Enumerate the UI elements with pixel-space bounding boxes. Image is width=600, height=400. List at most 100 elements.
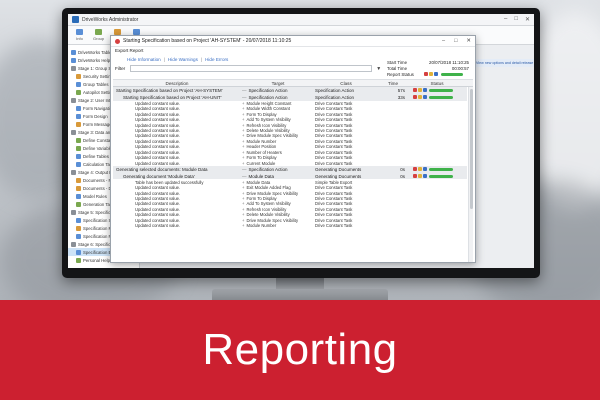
- cell-target-text: Module Number: [246, 223, 277, 229]
- tree-item-icon: [71, 129, 76, 135]
- report-icon: [115, 38, 120, 44]
- cell-class: Specification Action: [315, 94, 355, 100]
- target-bullet-icon: —: [242, 94, 247, 100]
- error-icon[interactable]: [424, 72, 428, 76]
- filter-input[interactable]: [130, 65, 373, 72]
- tree-item-icon: [76, 249, 81, 255]
- ribbon-button-label: Group: [93, 36, 105, 41]
- warning-icon[interactable]: [429, 72, 433, 76]
- ribbon-button-icon: [76, 29, 83, 35]
- cell-description: Generating document 'Module Data': [123, 173, 195, 179]
- tree-item-icon: [71, 241, 76, 247]
- column-description[interactable]: Description: [113, 80, 241, 86]
- minimize-icon[interactable]: –: [504, 16, 507, 23]
- tree-item-icon: [76, 89, 81, 95]
- tree-item-icon: [76, 153, 81, 159]
- tree-item-icon: [71, 57, 76, 63]
- table-group-row[interactable]: Starting Specification based on Project …: [113, 87, 467, 94]
- grid-scrollbar[interactable]: [468, 87, 473, 262]
- hide-information-link[interactable]: Hide Information: [127, 57, 161, 62]
- target-bullet-icon: +: [242, 223, 245, 229]
- monitor-stand-base: [212, 289, 388, 300]
- app-title: DriveWorks Administrator: [82, 16, 139, 23]
- tree-item-icon: [71, 169, 76, 175]
- info-strip[interactable]: View new options and detail release: [474, 59, 534, 67]
- tree-item-icon: [76, 177, 81, 183]
- tree-item-icon: [76, 225, 81, 231]
- table-group-row[interactable]: Generating document 'Module Data' — Module…: [113, 172, 467, 180]
- status-error-icon: [413, 174, 417, 179]
- cell-class: Generating Documents: [315, 166, 362, 172]
- link-separator: |: [200, 57, 203, 62]
- tree-item-icon: [76, 193, 81, 199]
- report-status-row: Report Status: [387, 71, 469, 77]
- ribbon-button-label: Info: [76, 36, 83, 41]
- tree-item-icon: [71, 65, 76, 71]
- cell-target: — Specification Action: [241, 94, 315, 101]
- ribbon-button-icon: [95, 29, 103, 35]
- screen: DriveWorks Administrator – □ ✕ Info Group…: [68, 14, 534, 268]
- grid-header: Description Target Class Time Status: [113, 79, 473, 87]
- status-error-icon: [413, 88, 417, 93]
- table-group-row[interactable]: Starting Specification based on Project …: [113, 93, 467, 101]
- report-grid: Starting Specification based on Project …: [113, 87, 467, 262]
- hide-errors-link[interactable]: Hide Errors: [205, 57, 228, 62]
- maximize-icon[interactable]: □: [514, 16, 518, 23]
- status-error-icon: [413, 167, 417, 172]
- export-report-menu[interactable]: Export Report: [111, 47, 475, 55]
- target-bullet-icon: —: [242, 173, 247, 179]
- tree-item-icon: [76, 217, 81, 223]
- column-time[interactable]: Time: [377, 80, 409, 86]
- close-icon[interactable]: ✕: [525, 16, 530, 23]
- status-progress-bar: [429, 88, 453, 92]
- status-warning-icon: [418, 95, 422, 100]
- banner-title: Reporting: [202, 325, 398, 374]
- cell-status: [409, 173, 465, 180]
- cell-description: Starting Specification based on Project …: [116, 87, 223, 93]
- filter-icon[interactable]: ▼: [376, 66, 381, 72]
- cell-target: + Module Number: [241, 223, 315, 228]
- column-class[interactable]: Class: [315, 80, 377, 86]
- cell-target-text: Specification Action: [248, 94, 288, 100]
- target-bullet-icon: —: [242, 166, 247, 172]
- status-info-icon: [423, 95, 427, 100]
- column-target[interactable]: Target: [241, 80, 315, 86]
- cell-target: — Module Data: [241, 173, 315, 180]
- scrollbar-thumb[interactable]: [470, 89, 473, 209]
- tree-item-label: Form Design: [83, 113, 108, 119]
- dialog-maximize-icon[interactable]: □: [454, 38, 457, 44]
- ribbon-button[interactable]: Info: [76, 29, 83, 41]
- dialog-close-icon[interactable]: ✕: [466, 38, 471, 44]
- status-progress-bar: [429, 167, 453, 171]
- tree-item-icon: [76, 145, 81, 151]
- status-error-icon: [413, 95, 417, 100]
- table-group-row[interactable]: Generating selected documents: Module Da…: [113, 165, 467, 173]
- tree-item-label: Model Rules: [83, 193, 107, 199]
- tree-item-icon: [76, 105, 81, 111]
- hide-warnings-link[interactable]: Hide Warnings: [168, 57, 198, 62]
- cell-target: — Specification Action: [241, 166, 315, 173]
- column-status[interactable]: Status: [409, 80, 465, 86]
- dialog-minimize-icon[interactable]: –: [442, 38, 445, 44]
- info-icon[interactable]: [434, 72, 438, 76]
- tree-item-icon: [76, 257, 81, 263]
- tree-item-icon: [76, 81, 81, 87]
- app-logo-icon: [72, 16, 79, 23]
- tree-item-icon: [76, 161, 81, 167]
- specification-report-dialog: Starting Specification based on Project …: [110, 35, 476, 263]
- status-warning-icon: [418, 174, 422, 179]
- status-info-icon: [423, 174, 427, 179]
- ribbon-button[interactable]: Group: [93, 29, 104, 41]
- app-titlebar: DriveWorks Administrator – □ ✕: [68, 14, 534, 26]
- report-status-bar: [441, 72, 463, 76]
- dialog-window-controls: – □ ✕: [442, 38, 471, 44]
- status-warning-icon: [418, 88, 422, 93]
- tree-item-label: DriveWorks Tables: [78, 49, 114, 55]
- status-info-icon: [423, 88, 427, 93]
- table-row[interactable]: Updated constant value. + Module Number Dri…: [113, 223, 467, 228]
- status-info-icon: [423, 167, 427, 172]
- cell-time: [377, 223, 409, 228]
- reporting-banner: Reporting: [0, 300, 600, 400]
- tree-item-label: Define Tables: [83, 153, 109, 159]
- cell-description: Updated constant value.: [135, 223, 181, 229]
